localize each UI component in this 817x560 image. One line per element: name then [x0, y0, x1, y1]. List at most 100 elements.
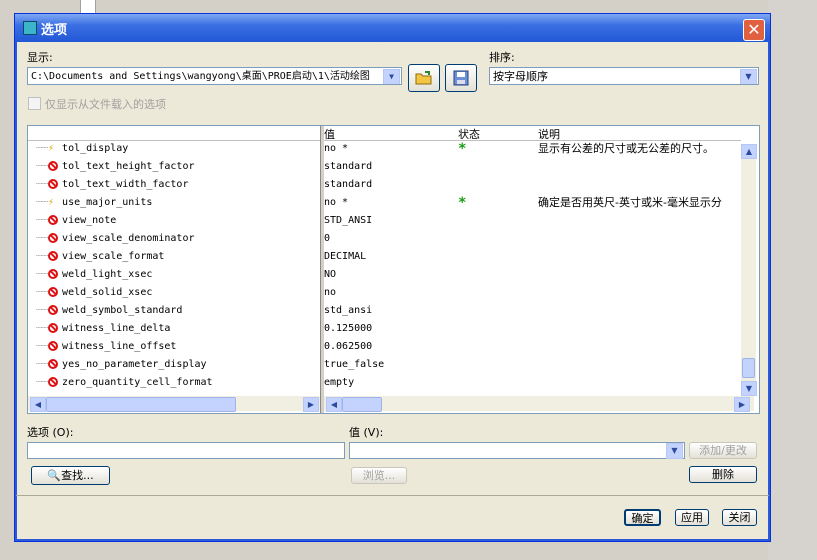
option-value-cell: std_ansi — [324, 305, 373, 316]
lightning-icon: ⚡ — [48, 197, 55, 208]
chevron-down-icon[interactable]: ▼ — [740, 69, 757, 84]
add-change-button[interactable]: 添加/更改 — [689, 442, 757, 459]
option-value-cell: DECIMAL — [324, 251, 367, 262]
scroll-right-icon[interactable]: ▶ — [303, 397, 319, 412]
option-value-cell: 0.062500 — [324, 341, 373, 352]
option-name: weld_symbol_standard — [62, 305, 183, 316]
option-input[interactable] — [27, 442, 345, 459]
scroll-left-icon[interactable]: ◀ — [30, 397, 46, 412]
column-header-value[interactable]: 值 — [324, 126, 335, 141]
not-applicable-icon — [48, 377, 59, 387]
option-value-cell: true_false — [324, 359, 385, 370]
table-row[interactable]: ┈┈⚡ use_major_units no * * 确定是否用英尺-英寸或米-毫米显示… — [28, 194, 741, 212]
table-row[interactable]: ┈┈ weld_solid_xsec no — [28, 284, 741, 302]
find-button[interactable]: 🔍查找... — [31, 466, 110, 485]
option-name: zero_quantity_cell_format — [62, 377, 213, 388]
close-button[interactable]: 关闭 — [722, 509, 757, 526]
table-row[interactable]: ┈┈ tol_text_height_factor standard — [28, 158, 741, 176]
table-row[interactable]: ┈┈ witness_line_delta 0.125000 — [28, 320, 741, 338]
option-value-cell: no * — [324, 197, 349, 208]
option-name-cell[interactable]: ┈┈ view_scale_format — [36, 248, 164, 266]
option-value-cell: empty — [324, 377, 355, 388]
scroll-down-icon[interactable]: ▼ — [741, 381, 757, 396]
scroll-left-icon[interactable]: ◀ — [326, 397, 342, 412]
table-row[interactable]: ┈┈⚡ tol_display no * * 显示有公差的尺寸或无公差的尺寸。 — [28, 140, 741, 158]
pane-splitter[interactable] — [320, 126, 324, 413]
option-name: view_scale_denominator — [62, 233, 195, 244]
option-name-cell[interactable]: ┈┈ weld_symbol_standard — [36, 302, 182, 320]
display-path-value: C:\Documents and Settings\wangyong\桌面\PR… — [31, 71, 370, 82]
option-name-cell[interactable]: ┈┈ view_scale_denominator — [36, 230, 195, 248]
background-strip — [80, 540, 768, 560]
window-icon — [23, 21, 37, 35]
not-applicable-icon — [48, 305, 59, 315]
left-horizontal-scroll-thumb[interactable] — [46, 397, 236, 412]
table-row[interactable]: ┈┈ yes_no_parameter_display true_false — [28, 356, 741, 374]
not-applicable-icon — [48, 323, 59, 333]
close-window-button[interactable]: ✕ — [743, 19, 765, 41]
option-name-cell[interactable]: ┈┈ witness_line_offset — [36, 338, 176, 356]
table-row[interactable]: ┈┈ tol_text_width_factor standard — [28, 176, 741, 194]
option-name: weld_light_xsec — [62, 269, 153, 280]
ok-button[interactable]: 确定 — [624, 509, 661, 526]
option-name-cell[interactable]: ┈┈ weld_solid_xsec — [36, 284, 152, 302]
value-combo[interactable]: ▼ — [349, 442, 685, 459]
right-horizontal-scroll-thumb[interactable] — [342, 397, 382, 412]
sort-combo[interactable]: 按字母顺序 ▼ — [489, 67, 759, 85]
lightning-icon: ⚡ — [48, 143, 55, 154]
not-applicable-icon — [48, 269, 59, 279]
column-header-status[interactable]: 状态 — [458, 126, 480, 141]
table-row[interactable]: ┈┈ view_note STD_ANSI — [28, 212, 741, 230]
option-name: use_major_units — [62, 197, 153, 208]
table-row[interactable]: ┈┈ weld_symbol_standard std_ansi — [28, 302, 741, 320]
option-name-cell[interactable]: ┈┈ tol_text_height_factor — [36, 158, 195, 176]
option-description-cell: 显示有公差的尺寸或无公差的尺寸。 — [538, 142, 714, 155]
option-name: tol_display — [62, 143, 129, 154]
scroll-up-icon[interactable]: ▲ — [741, 144, 757, 159]
dialog-title: 选项 — [41, 23, 68, 38]
table-row[interactable]: ┈┈ view_scale_format DECIMAL — [28, 248, 741, 266]
options-dialog: 选项 ✕ 显示: C:\Documents and Settings\wangy… — [14, 13, 771, 542]
option-field-label: 选项 (O): — [27, 426, 74, 439]
option-name-cell[interactable]: ┈┈ weld_light_xsec — [36, 266, 152, 284]
loaded-only-checkbox[interactable] — [28, 97, 41, 110]
option-name-cell[interactable]: ┈┈ zero_quantity_cell_format — [36, 374, 213, 392]
table-row[interactable]: ┈┈ zero_quantity_cell_format empty — [28, 374, 741, 392]
column-header-description[interactable]: 说明 — [538, 126, 560, 141]
option-description-cell: 确定是否用英尺-英寸或米-毫米显示分 — [538, 196, 722, 209]
chevron-down-icon[interactable]: ▼ — [383, 69, 400, 84]
vertical-scrollbar[interactable]: ▲ ▼ — [741, 144, 757, 396]
chevron-down-icon[interactable]: ▼ — [666, 443, 683, 459]
scroll-right-icon[interactable]: ▶ — [734, 397, 750, 412]
right-horizontal-scrollbar[interactable]: ◀ ▶ — [324, 396, 754, 412]
option-name: witness_line_delta — [62, 323, 171, 334]
save-config-icon[interactable] — [445, 64, 477, 92]
table-row[interactable]: ┈┈ view_scale_denominator 0 — [28, 230, 741, 248]
vertical-scroll-thumb[interactable] — [742, 358, 755, 378]
browse-button[interactable]: 浏览... — [351, 467, 407, 484]
option-name: witness_line_offset — [62, 341, 177, 352]
delete-button[interactable]: 删除 — [689, 466, 757, 483]
option-value-cell: no — [324, 287, 337, 298]
apply-button[interactable]: 应用 — [675, 509, 709, 526]
not-applicable-icon — [48, 179, 59, 189]
table-row[interactable]: ┈┈ weld_light_xsec NO — [28, 266, 741, 284]
folder-open-icon[interactable] — [408, 64, 440, 92]
divider — [16, 495, 769, 496]
option-name-cell[interactable]: ┈┈ yes_no_parameter_display — [36, 356, 207, 374]
options-table: 值 状态 说明 ┈┈⚡ tol_display no * * 显示有公差的尺寸或无公差的… — [27, 125, 760, 414]
option-name-cell[interactable]: ┈┈⚡ use_major_units — [36, 194, 152, 212]
option-name-cell[interactable]: ┈┈ view_note — [36, 212, 116, 230]
option-value-cell: no * — [324, 143, 349, 154]
option-name-cell[interactable]: ┈┈ witness_line_delta — [36, 320, 170, 338]
display-path-combo[interactable]: C:\Documents and Settings\wangyong\桌面\PR… — [27, 67, 402, 85]
left-horizontal-scrollbar[interactable]: ◀ ▶ — [28, 396, 320, 412]
option-name-cell[interactable]: ┈┈⚡ tol_display — [36, 140, 128, 158]
option-name: weld_solid_xsec — [62, 287, 153, 298]
option-name-cell[interactable]: ┈┈ tol_text_width_factor — [36, 176, 188, 194]
sort-value: 按字母顺序 — [493, 70, 548, 83]
not-applicable-icon — [48, 359, 59, 369]
option-name: yes_no_parameter_display — [62, 359, 207, 370]
title-bar[interactable]: 选项 ✕ — [15, 14, 770, 42]
table-row[interactable]: ┈┈ witness_line_offset 0.062500 — [28, 338, 741, 356]
